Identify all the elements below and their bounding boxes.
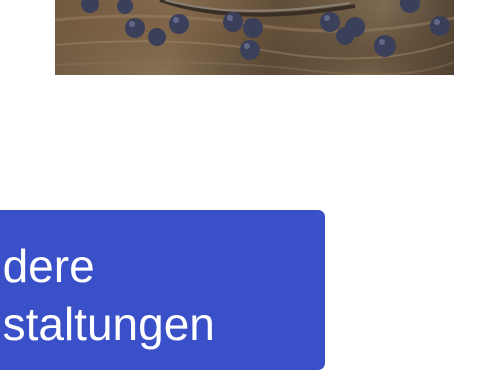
events-category-label-line1: ndere [0,240,95,292]
events-category-label-line2: nstaltungen [0,298,215,350]
events-category-label: ndere nstaltungen [0,237,215,353]
blueberry-cake-photo [55,0,454,75]
photo-illustration [55,0,454,75]
events-category-card[interactable]: ndere nstaltungen [0,210,325,370]
